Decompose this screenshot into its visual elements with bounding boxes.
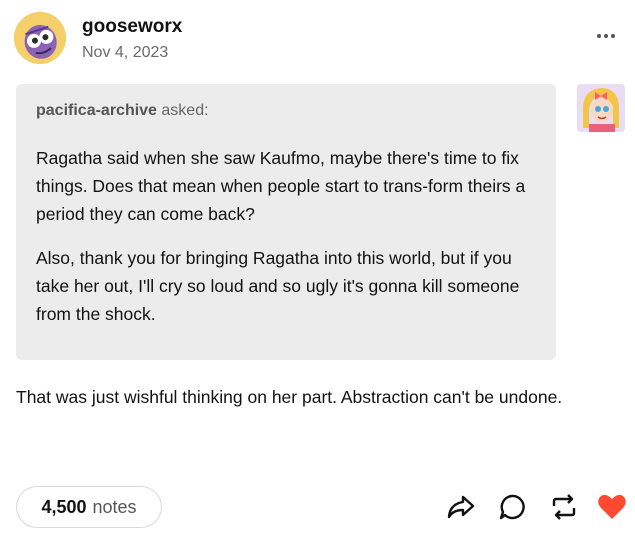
answer-text: That was just wishful thinking on her pa… [16, 387, 563, 407]
more-dots-icon [604, 34, 608, 38]
more-options-button[interactable] [594, 26, 618, 46]
heart-icon [598, 494, 626, 519]
ask-box: pacifica-archive asked: Ragatha said whe… [16, 84, 556, 360]
notes-count: 4,500 [41, 496, 87, 517]
like-button[interactable] [597, 492, 627, 522]
reply-button[interactable] [497, 492, 527, 522]
more-dots-icon [597, 34, 601, 38]
notes-button[interactable]: 4,500 notes [16, 486, 162, 528]
reply-icon [499, 494, 525, 520]
asker-avatar[interactable] [577, 84, 625, 132]
ask-paragraph: Also, thank you for bringing Ragatha int… [36, 248, 520, 324]
asked-label: asked: [161, 102, 209, 119]
reblog-button[interactable] [549, 492, 579, 522]
post-header: gooseworx Nov 4, 2023 [0, 0, 635, 80]
reblog-icon [552, 494, 576, 520]
asker-name[interactable]: pacifica-archive [36, 102, 157, 119]
more-dots-icon [611, 34, 615, 38]
asker-line: pacifica-archive asked: [36, 102, 536, 120]
share-icon [447, 495, 475, 519]
ask-paragraph: Ragatha said when she saw Kaufmo, maybe … [36, 148, 526, 224]
share-button[interactable] [446, 492, 476, 522]
post-date[interactable]: Nov 4, 2023 [82, 44, 168, 62]
author-avatar[interactable] [14, 12, 66, 64]
author-name[interactable]: gooseworx [82, 16, 182, 38]
notes-label: notes [92, 496, 137, 517]
